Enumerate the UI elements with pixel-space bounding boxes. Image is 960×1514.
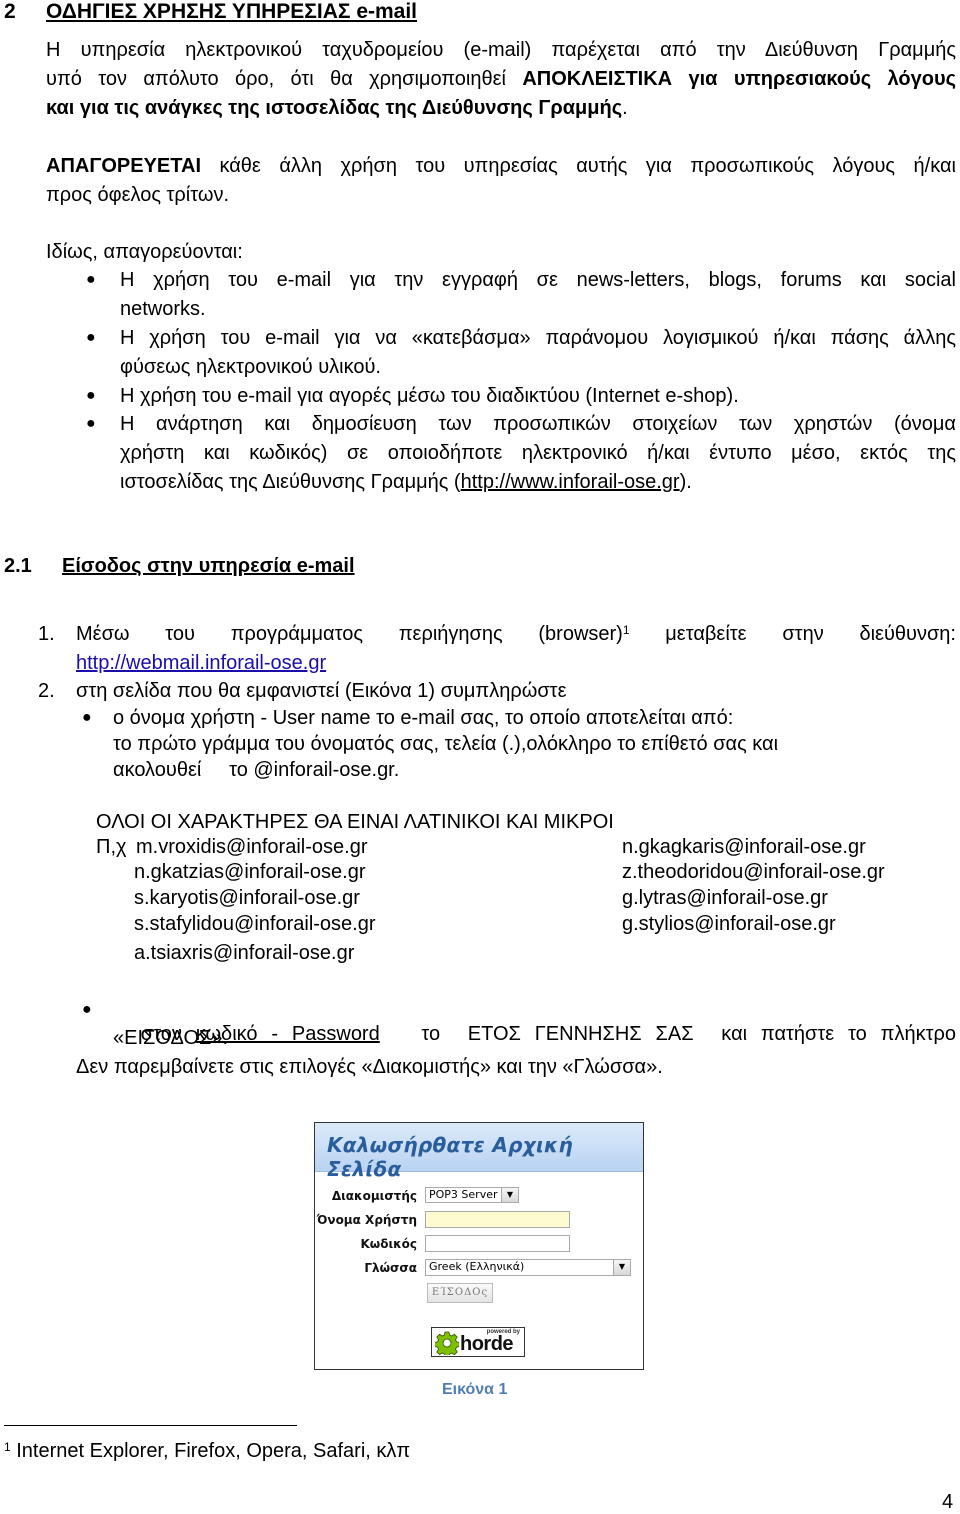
- server-value: POP3 Server: [429, 1188, 498, 1201]
- password-bullet-line-1: στον κωδικό - Password το ΕΤΟΣ ΓΕΝΝΗΣΗΣ …: [113, 998, 956, 1046]
- horde-logo: powered by horde: [431, 1327, 525, 1357]
- example-email: s.stafylidou@inforail-ose.gr: [134, 913, 376, 935]
- step-1-text-post: μεταβείτε στην διεύθυνση:: [629, 623, 956, 645]
- list-item-2-line-1: Η χρήση του e-mail για να «κατεβάσμα» πα…: [120, 327, 956, 349]
- bullet-icon: ●: [86, 329, 96, 346]
- footnote-divider: [4, 1425, 297, 1426]
- username-bullet-line-3: ακολουθεί το @inforail-ose.gr.: [113, 759, 400, 781]
- horde-brand: horde: [460, 1333, 514, 1355]
- inforail-link[interactable]: http://www.inforail-ose.gr: [461, 471, 680, 493]
- intro-line-1: Η υπηρεσία ηλεκτρονικού ταχυδρομείου (e-…: [46, 39, 956, 61]
- password-label: Κωδικός: [360, 1237, 417, 1251]
- list-item-4-end: ).: [679, 471, 692, 493]
- example-email: g.stylios@inforail-ose.gr: [622, 913, 836, 935]
- intro-emphasis: ΑΠΟΚΛΕΙΣΤΙΚΑ για υπηρεσιακούς λόγους: [522, 68, 956, 90]
- prohibition-text: κάθε άλλη χρήση του υπηρεσίας αυτής για …: [201, 155, 956, 177]
- list-item-1-line-1: Η χρήση του e-mail για την εγγραφή σε ne…: [120, 269, 956, 291]
- example-email: a.tsiaxris@inforail-ose.gr: [134, 942, 355, 964]
- bullet-icon: ●: [86, 271, 96, 288]
- intro-emphasis-2: και για τις ανάγκες της ιστοσελίδας της …: [46, 97, 623, 119]
- password-bullet-line-2: «ΕΙΣΟΔΟΣ».: [113, 1027, 229, 1049]
- chevron-down-icon[interactable]: ▼: [613, 1260, 630, 1275]
- bullet-icon: ●: [82, 1001, 92, 1018]
- server-label: Διακομιστής: [331, 1189, 417, 1203]
- list-item-4-line-2: χρήστη και κωδικός) σε οποιοδήποτε ηλεκτ…: [120, 442, 956, 464]
- example-email: g.lytras@inforail-ose.gr: [622, 887, 828, 909]
- step-1-text: Μέσω του προγράμματος περιήγησης (browse…: [76, 622, 956, 646]
- list-item-1-line-2: networks.: [120, 298, 206, 320]
- example-email: s.karyotis@inforail-ose.gr: [134, 887, 360, 909]
- no-change-note: Δεν παρεμβαίνετε στις επιλογές «Διακομισ…: [76, 1056, 663, 1078]
- figure-caption: Εικόνα 1: [442, 1381, 508, 1398]
- login-title: Καλωσήρθατε Αρχική Σελίδα: [327, 1133, 574, 1181]
- subsection-number: 2.1: [4, 555, 32, 577]
- list-item-4-line-1: Η ανάρτηση και δημοσίευση των προσωπικών…: [120, 413, 956, 435]
- intro-text: υπό τον απόλυτο όρο, ότι θα χρησιμοποιηθ…: [46, 68, 523, 90]
- username-bullet-line-2: το πρώτο γράμμα του όνοματός σας, τελεία…: [113, 733, 779, 755]
- example-email: m.vroxidis@inforail-ose.gr: [136, 836, 368, 858]
- subsection-title: Είσοδος στην υπηρεσία e-mail: [62, 555, 355, 577]
- footnote-text: Internet Explorer, Firefox, Opera, Safar…: [10, 1440, 411, 1462]
- especially-label: Ιδίως, απαγορεύονται:: [46, 241, 243, 263]
- username-label: Όνομα Χρήστη: [316, 1213, 417, 1227]
- prohibition-line-2: προς όφελος τρίτων.: [46, 184, 230, 206]
- example-email: z.theodoridou@inforail-ose.gr: [622, 861, 885, 883]
- example-email: n.gkagkaris@inforail-ose.gr: [622, 836, 866, 858]
- example-email: n.gkatzias@inforail-ose.gr: [134, 861, 366, 883]
- page-number: 4: [942, 1491, 954, 1513]
- footnote-marker: 1: [4, 1440, 11, 1454]
- bullet-icon: ●: [82, 709, 92, 726]
- prohibition-emphasis: ΑΠΑΓΟΡΕΥΕΤΑΙ: [46, 155, 201, 177]
- language-label: Γλώσσα: [364, 1261, 417, 1275]
- chevron-down-icon[interactable]: ▼: [501, 1188, 518, 1202]
- bullet-icon: ●: [86, 415, 96, 432]
- prohibition-line-1: ΑΠΑΓΟΡΕΥΕΤΑΙ κάθε άλλη χρήση του υπηρεσί…: [46, 154, 956, 178]
- login-header: Καλωσήρθατε Αρχική Σελίδα: [315, 1123, 643, 1181]
- password-text-mid: το ΕΤΟΣ ΓΕΝΝΗΣΗΣ ΣΑΣ και πατήστε το πλήκ…: [379, 1023, 956, 1045]
- username-bullet-line-1: ο όνομα χρήστη - User name το e-mail σας…: [113, 707, 734, 729]
- gear-icon: [435, 1331, 459, 1355]
- list-item-2-line-2: φύσεως ηλεκτρονικού υλικού.: [120, 356, 381, 378]
- section-number: 2: [4, 0, 16, 23]
- list-item-3-line-1: Η χρήση του e-mail για αγορές μέσω του δ…: [120, 385, 739, 407]
- examples-prefix: Π,χ: [96, 836, 127, 858]
- list-item-4-text: ιστοσελίδας της Διεύθυνσης Γραμμής (: [120, 471, 461, 493]
- step-2-number: 2.: [38, 680, 55, 702]
- webmail-link[interactable]: http://webmail.inforail-ose.gr: [76, 651, 326, 675]
- intro-line-2: υπό τον απόλυτο όρο, ότι θα χρησιμοποιηθ…: [46, 67, 956, 91]
- step-1-text-pre: Μέσω του προγράμματος περιήγησης (browse…: [76, 623, 623, 645]
- intro-period: .: [622, 97, 628, 119]
- language-select[interactable]: Greek (Ελληνικά) ▼: [425, 1259, 631, 1276]
- login-screenshot: Καλωσήρθατε Αρχική Σελίδα Διακομιστής PO…: [314, 1122, 644, 1370]
- examples-note: ΟΛΟΙ ΟΙ ΧΑΡΑΚΤΗΡΕΣ ΘΑ ΕΙΝΑΙ ΛΑΤΙΝΙΚΟΙ ΚΑ…: [96, 811, 614, 833]
- password-input[interactable]: [425, 1235, 570, 1252]
- step-2-text: στη σελίδα που θα εμφανιστεί (Εικόνα 1) …: [76, 680, 567, 702]
- step-1-number: 1.: [38, 623, 55, 645]
- bullet-icon: ●: [86, 387, 96, 404]
- intro-line-3: και για τις ανάγκες της ιστοσελίδας της …: [46, 96, 628, 120]
- list-item-4-line-3: ιστοσελίδας της Διεύθυνσης Γραμμής (http…: [120, 470, 692, 494]
- login-button[interactable]: ΕΊΣΟΔΟς: [427, 1283, 493, 1303]
- section-title: ΟΔΗΓΙΕΣ ΧΡΗΣΗΣ ΥΠΗΡΕΣΙΑΣ e-mail: [46, 0, 418, 23]
- server-select[interactable]: POP3 Server ▼: [425, 1187, 519, 1203]
- footnote-ref[interactable]: 1: [623, 623, 630, 637]
- language-value: Greek (Ελληνικά): [429, 1260, 525, 1273]
- username-input[interactable]: [425, 1211, 570, 1228]
- footnote: 1 Internet Explorer, Firefox, Opera, Saf…: [4, 1439, 410, 1463]
